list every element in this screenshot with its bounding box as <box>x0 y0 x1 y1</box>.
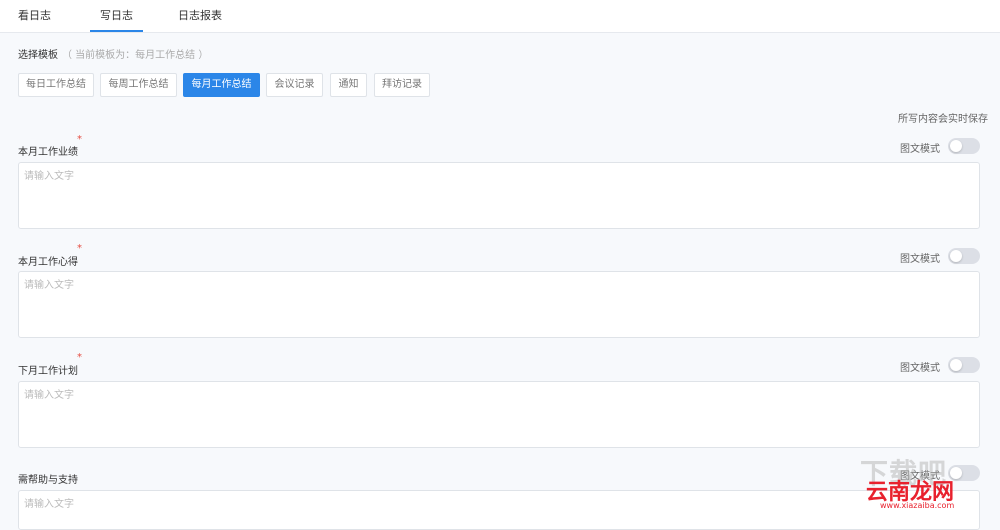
image-text-mode-toggle[interactable] <box>948 138 980 154</box>
field-label-monthly-performance: 本月工作业绩 <box>18 147 78 158</box>
field-label-help-support: 需帮助与支持 <box>18 475 78 486</box>
template-weekly-summary-button[interactable]: 每周工作总结 <box>100 73 177 97</box>
image-text-mode-label: 图文模式 <box>900 254 940 265</box>
field-label-monthly-insights: 本月工作心得 <box>18 257 78 268</box>
tab-bar: 看日志 写日志 日志报表 <box>0 0 1000 33</box>
tab-log-report[interactable]: 日志报表 <box>178 7 222 25</box>
template-daily-summary-button[interactable]: 每日工作总结 <box>18 73 94 97</box>
next-month-plan-input[interactable]: 请输入文字 <box>18 381 980 448</box>
help-support-input[interactable]: 请输入文字 <box>18 490 980 530</box>
image-text-mode-toggle[interactable] <box>948 248 980 264</box>
current-template-note: （ 当前模板为：每月工作总结 ） <box>62 50 209 61</box>
monthly-insights-input[interactable]: 请输入文字 <box>18 271 980 338</box>
monthly-performance-input[interactable]: 请输入文字 <box>18 162 980 229</box>
required-marker: * <box>77 134 82 145</box>
image-text-mode-toggle[interactable] <box>948 357 980 373</box>
field-label-next-month-plan: 下月工作计划 <box>18 366 78 377</box>
watermark-url: www.xiazaiba.com <box>880 501 955 510</box>
template-monthly-summary-button[interactable]: 每月工作总结 <box>183 73 260 97</box>
required-marker: * <box>77 352 82 363</box>
template-meeting-minutes-button[interactable]: 会议记录 <box>266 73 323 97</box>
required-marker: * <box>77 243 82 254</box>
template-visit-record-button[interactable]: 拜访记录 <box>374 73 430 97</box>
template-label: 选择模板 <box>18 50 58 61</box>
tab-view-logs[interactable]: 看日志 <box>18 7 51 25</box>
autosave-notice: 所写内容会实时保存 <box>898 114 988 125</box>
template-notice-button[interactable]: 通知 <box>330 73 367 97</box>
tab-write-log[interactable]: 写日志 <box>90 7 143 32</box>
image-text-mode-label: 图文模式 <box>900 363 940 374</box>
image-text-mode-label: 图文模式 <box>900 144 940 155</box>
